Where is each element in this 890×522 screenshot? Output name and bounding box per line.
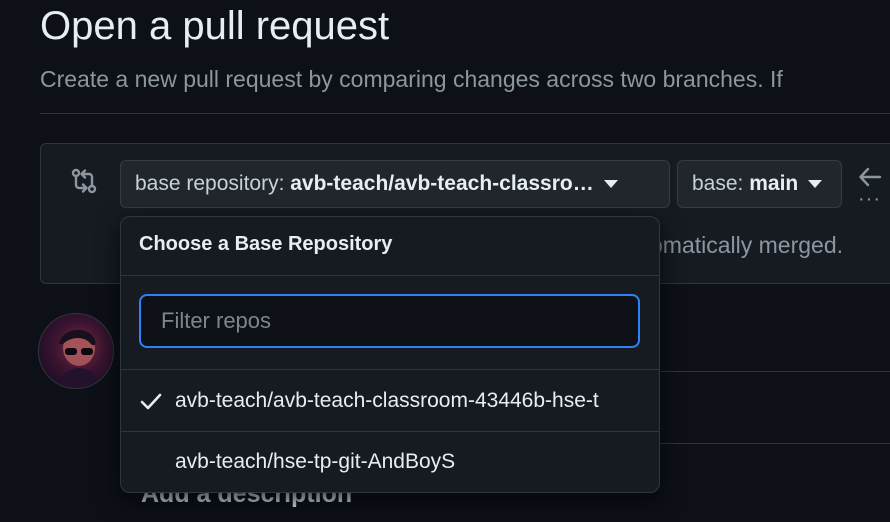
page-title: Open a pull request — [40, 4, 390, 48]
filter-repos-input[interactable] — [139, 294, 640, 348]
repo-option-selected[interactable]: avb-teach/avb-teach-classroom-43446b-hse… — [121, 370, 659, 431]
divider — [660, 371, 890, 372]
merge-status-text: omatically merged. — [650, 232, 844, 258]
menu-title: Choose a Base Repository — [121, 217, 659, 276]
ellipsis-indicator: ··· — [858, 188, 881, 210]
base-repository-dropdown-button[interactable]: base repository: avb-teach/avb-teach-cla… — [120, 160, 670, 208]
repo-option-label: avb-teach/hse-tp-git-AndBoyS — [175, 450, 456, 473]
base-repository-prefix: base repository: — [135, 172, 291, 195]
avatar-portrait-icon — [57, 329, 101, 388]
base-branch-value: main — [749, 172, 799, 195]
repo-option-label: avb-teach/avb-teach-classroom-43446b-hse… — [175, 388, 599, 412]
repo-option[interactable]: avb-teach/hse-tp-git-AndBoyS — [121, 431, 659, 492]
base-branch-dropdown-button[interactable]: base: main — [677, 160, 842, 208]
base-repository-value: avb-teach/avb-teach-classro… — [290, 172, 594, 195]
triangle-down-icon — [603, 180, 618, 188]
avatar — [38, 313, 114, 389]
git-compare-icon — [71, 168, 97, 194]
base-branch-prefix: base: — [692, 172, 750, 195]
triangle-down-icon — [808, 180, 823, 188]
divider — [660, 443, 890, 444]
header-divider — [40, 113, 890, 114]
filter-section — [121, 276, 659, 370]
arrow-left-icon — [859, 167, 882, 187]
check-icon — [140, 393, 162, 409]
base-repository-menu: Choose a Base Repository avb-teach/avb-t… — [120, 216, 660, 493]
page-subtitle: Create a new pull request by comparing c… — [40, 66, 783, 92]
